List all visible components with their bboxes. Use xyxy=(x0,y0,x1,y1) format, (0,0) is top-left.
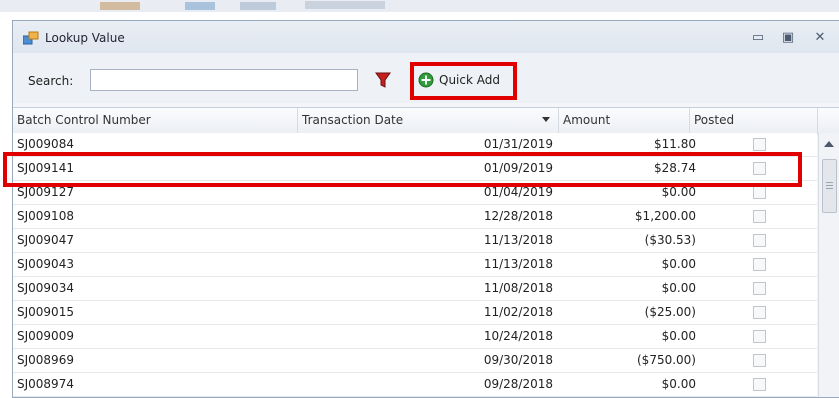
posted-checkbox[interactable] xyxy=(753,234,766,247)
lookup-value-window: Lookup Value ▭ ▣ ✕ Search: Quick Add Bat… xyxy=(12,20,839,398)
column-header-amount[interactable]: Amount xyxy=(559,108,690,133)
batch-control-number-cell: SJ009043 xyxy=(17,257,74,271)
posted-checkbox[interactable] xyxy=(753,210,766,223)
posted-checkbox[interactable] xyxy=(753,258,766,271)
window-title: Lookup Value xyxy=(45,31,125,45)
batch-control-number-cell: SJ009015 xyxy=(17,305,74,319)
transaction-date-cell: 11/02/2018 xyxy=(483,305,553,319)
transaction-date-cell: 10/24/2018 xyxy=(483,329,553,343)
grid-header: Batch Control Number Transaction Date Am… xyxy=(13,107,839,134)
posted-checkbox[interactable] xyxy=(753,330,766,343)
posted-checkbox[interactable] xyxy=(753,354,766,367)
transaction-date-cell: 11/08/2018 xyxy=(483,281,553,295)
quick-add-button[interactable]: Quick Add xyxy=(418,68,500,92)
table-row[interactable]: SJ009108 12/28/2018 $1,200.00 xyxy=(13,205,817,229)
sort-descending-icon xyxy=(542,117,550,122)
vertical-scrollbar[interactable] xyxy=(818,133,839,397)
column-header-transaction-date-label: Transaction Date xyxy=(302,113,404,127)
posted-checkbox[interactable] xyxy=(753,186,766,199)
maximize-icon[interactable]: ▣ xyxy=(777,28,799,48)
lookup-window-icon xyxy=(23,31,39,45)
column-header-posted[interactable]: Posted xyxy=(690,108,818,133)
selected-row-highlight-box xyxy=(3,152,802,187)
scroll-up-icon[interactable] xyxy=(824,141,834,147)
amount-cell: $0.00 xyxy=(661,377,696,391)
table-row[interactable]: SJ009034 11/08/2018 $0.00 xyxy=(13,277,817,301)
amount-cell: $0.00 xyxy=(661,281,696,295)
transaction-date-cell: 12/28/2018 xyxy=(483,209,553,223)
column-header-batch-control-number[interactable]: Batch Control Number xyxy=(13,108,298,133)
amount-cell: $1,200.00 xyxy=(634,209,696,223)
table-row[interactable]: SJ008974 09/28/2018 $0.00 xyxy=(13,373,817,397)
add-icon xyxy=(418,72,434,88)
transaction-date-cell: 11/13/2018 xyxy=(483,257,553,271)
background-window-strip xyxy=(0,0,839,12)
title-bar: Lookup Value ▭ ▣ ✕ xyxy=(13,21,839,53)
transaction-date-cell: 09/28/2018 xyxy=(483,377,553,391)
amount-cell: $0.00 xyxy=(661,329,696,343)
posted-checkbox[interactable] xyxy=(753,282,766,295)
table-row[interactable]: SJ009009 10/24/2018 $0.00 xyxy=(13,325,817,349)
search-input[interactable] xyxy=(90,69,358,91)
posted-checkbox[interactable] xyxy=(753,306,766,319)
batch-control-number-cell: SJ009047 xyxy=(17,233,74,247)
table-row[interactable]: SJ009015 11/02/2018 ($25.00) xyxy=(13,301,817,325)
table-row[interactable]: SJ009047 11/13/2018 ($30.53) xyxy=(13,229,817,253)
batch-control-number-cell: SJ009009 xyxy=(17,329,74,343)
amount-cell: ($30.53) xyxy=(644,233,696,247)
transaction-date-cell: 09/30/2018 xyxy=(483,353,553,367)
close-icon[interactable]: ✕ xyxy=(809,28,831,48)
posted-checkbox[interactable] xyxy=(753,378,766,391)
transaction-date-cell: 11/13/2018 xyxy=(483,233,553,247)
amount-cell: $0.00 xyxy=(661,257,696,271)
amount-cell: ($750.00) xyxy=(637,353,696,367)
batch-control-number-cell: SJ008974 xyxy=(17,377,74,391)
batch-control-number-cell: SJ008969 xyxy=(17,353,74,367)
column-header-transaction-date[interactable]: Transaction Date xyxy=(298,108,559,133)
minimize-icon[interactable]: ▭ xyxy=(747,28,769,48)
search-label: Search: xyxy=(28,74,74,88)
posted-checkbox[interactable] xyxy=(753,138,766,151)
table-row[interactable]: SJ009043 11/13/2018 $0.00 xyxy=(13,253,817,277)
batch-control-number-cell: SJ009108 xyxy=(17,209,74,223)
scrollbar-thumb[interactable] xyxy=(822,159,837,213)
toolbar: Search: Quick Add xyxy=(13,53,839,103)
filter-icon[interactable] xyxy=(375,71,391,89)
batch-control-number-cell: SJ009034 xyxy=(17,281,74,295)
table-row[interactable]: SJ008969 09/30/2018 ($750.00) xyxy=(13,349,817,373)
amount-cell: ($25.00) xyxy=(644,305,696,319)
quick-add-label: Quick Add xyxy=(439,73,500,87)
